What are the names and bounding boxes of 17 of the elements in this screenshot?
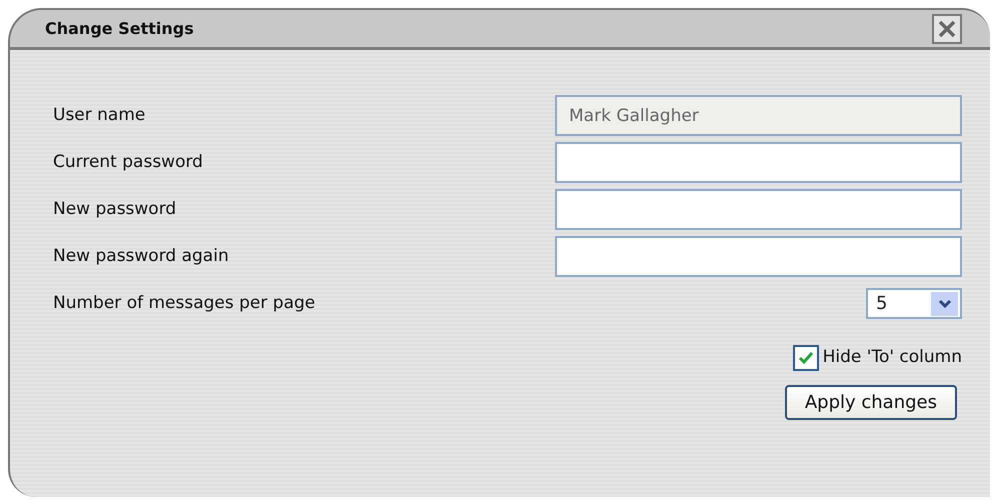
close-icon [937,18,957,38]
field-label: User name [53,104,146,127]
close-button[interactable] [932,14,962,44]
page-size-dropdown[interactable]: 5 [866,288,962,319]
apply-button[interactable]: Apply changes [784,385,957,420]
input-field[interactable] [555,142,962,183]
field-label: New password [53,198,176,221]
input-field[interactable] [555,189,962,230]
field-label: Current password [53,150,203,174]
checkmark-icon [798,351,814,365]
field-label: Number of messages per page [53,292,316,315]
checkbox-label: Hide 'To' column [822,346,962,370]
checkbox[interactable] [792,345,819,371]
field-label: New password again [53,244,229,268]
dialog-title: Change Settings [45,18,194,40]
caret-icon [931,292,958,316]
input-field[interactable] [555,236,962,277]
